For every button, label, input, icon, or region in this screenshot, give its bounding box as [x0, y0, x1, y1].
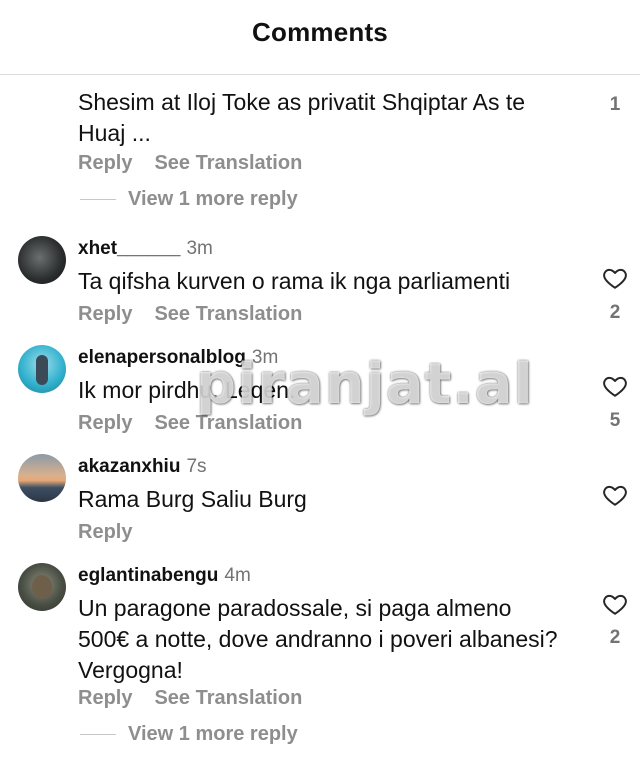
- comment-actions: Reply See Translation: [78, 303, 302, 326]
- view-more-replies-label: View 1 more reply: [128, 188, 298, 210]
- comment-actions: Reply See Translation: [78, 152, 302, 175]
- comments-header: Comments: [0, 0, 640, 64]
- like-count: 1: [609, 94, 621, 115]
- reply-button[interactable]: Reply: [78, 412, 132, 434]
- thread-line: [80, 199, 116, 200]
- username-label: akazanxhiu: [78, 456, 181, 477]
- cut-off-comment-line: [78, 60, 498, 78]
- username-label: xhet______: [78, 238, 181, 259]
- comment-actions: Reply: [78, 521, 132, 544]
- view-more-replies-button[interactable]: View 1 more reply: [80, 188, 298, 211]
- comment-username[interactable]: xhet______ 3m: [78, 238, 213, 260]
- comment-text: Ta qifsha kurven o rama ik nga parliamen…: [78, 268, 511, 294]
- like-heart-icon[interactable]: [601, 373, 629, 399]
- avatar[interactable]: [18, 563, 66, 611]
- reply-button[interactable]: Reply: [78, 687, 132, 709]
- view-more-replies-label: View 1 more reply: [128, 723, 298, 745]
- like-heart-icon[interactable]: [601, 265, 629, 291]
- avatar[interactable]: [18, 345, 66, 393]
- see-translation-button[interactable]: See Translation: [154, 303, 302, 325]
- view-more-replies-button[interactable]: View 1 more reply: [80, 723, 298, 746]
- see-translation-button[interactable]: See Translation: [154, 687, 302, 709]
- reply-button[interactable]: Reply: [78, 521, 132, 543]
- comment-actions: Reply See Translation: [78, 687, 302, 710]
- like-count: 2: [609, 302, 621, 323]
- like-count: 2: [609, 627, 621, 648]
- see-translation-button[interactable]: See Translation: [154, 152, 302, 174]
- comment-text: Shesim at Iloj Toke as privatit Shqiptar…: [78, 89, 526, 146]
- reply-button[interactable]: Reply: [78, 303, 132, 325]
- site-watermark: piranjat.al: [196, 352, 534, 417]
- like-heart-icon[interactable]: [601, 591, 629, 617]
- comment-username[interactable]: akazanxhiu 7s: [78, 456, 207, 478]
- comment-text: Un paragone paradossale, si paga almeno …: [78, 595, 558, 683]
- like-heart-icon[interactable]: [601, 482, 629, 508]
- like-count: 5: [609, 410, 621, 431]
- page-title: Comments: [252, 16, 388, 47]
- avatar[interactable]: [18, 454, 66, 502]
- username-label: eglantinabengu: [78, 565, 219, 586]
- comment-username[interactable]: eglantinabengu 4m: [78, 565, 251, 587]
- avatar[interactable]: [18, 236, 66, 284]
- reply-button[interactable]: Reply: [78, 152, 132, 174]
- comment-time: 3m: [186, 238, 213, 259]
- comment-time: 7s: [186, 456, 207, 477]
- comment-text: Rama Burg Saliu Burg: [78, 486, 307, 512]
- thread-line: [80, 734, 116, 735]
- comment-time: 4m: [224, 565, 251, 586]
